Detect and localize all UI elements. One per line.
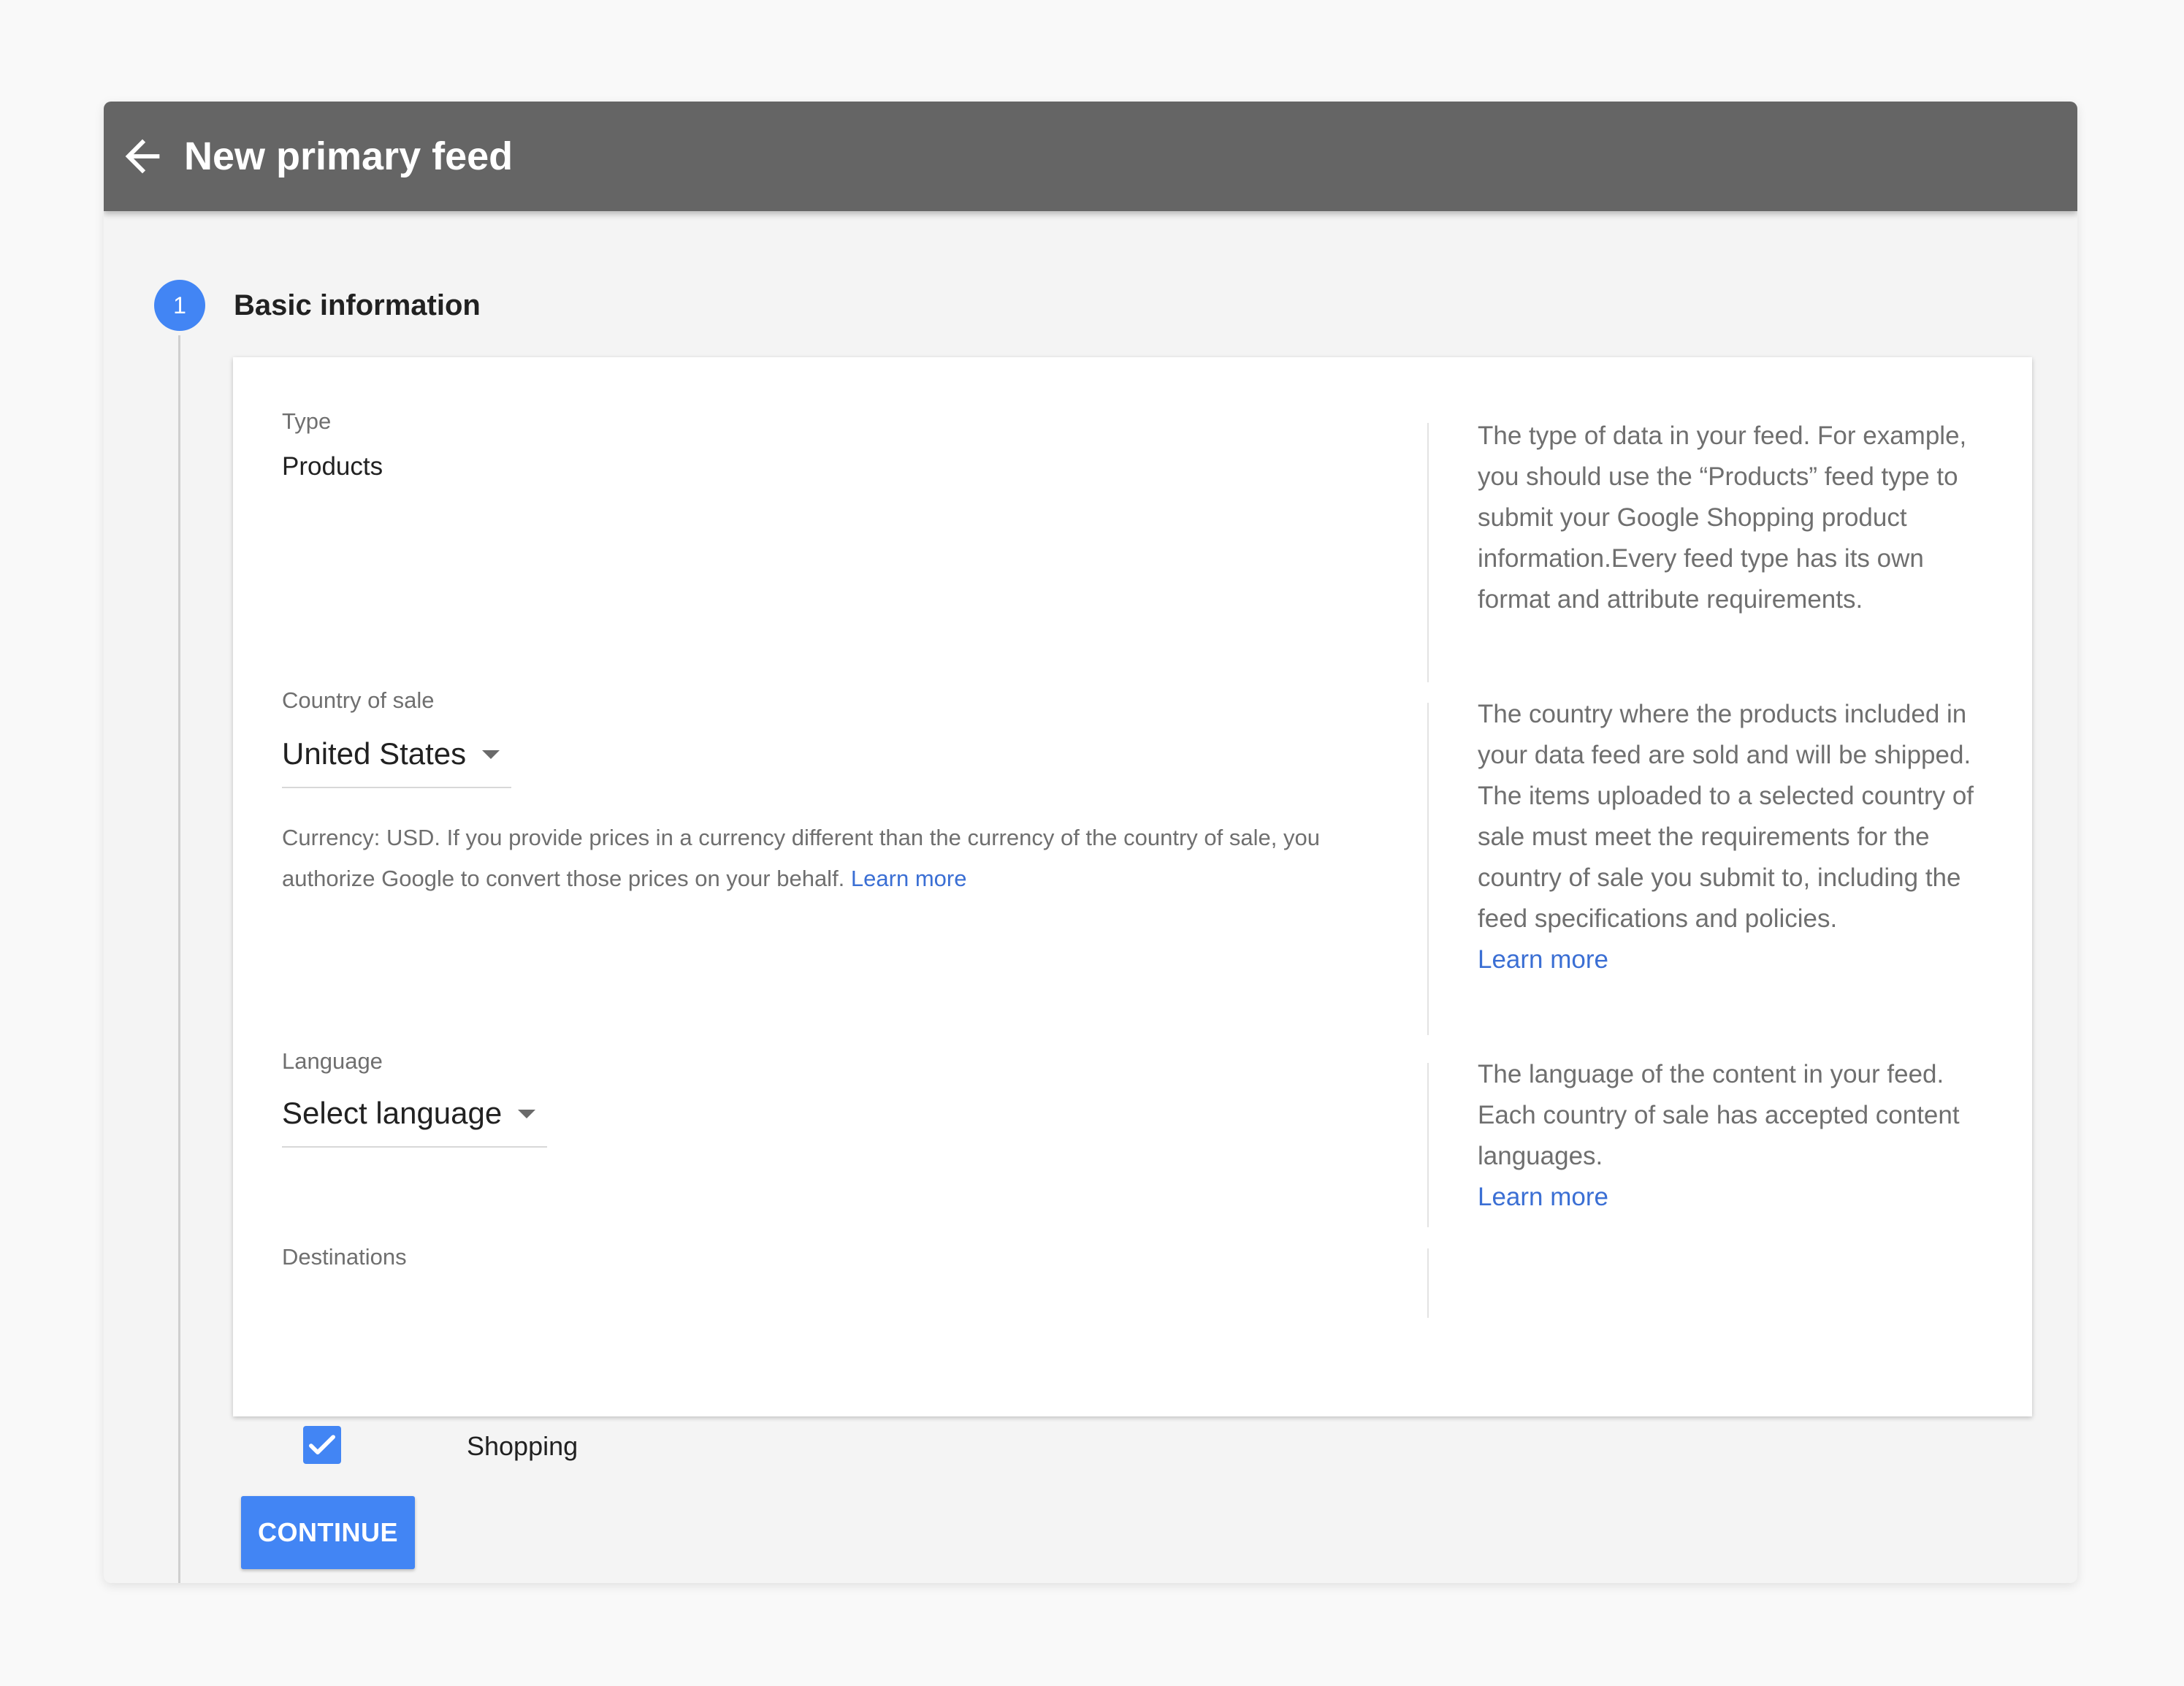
language-label: Language [282,1048,383,1074]
help-divider-type [1427,423,1429,682]
shopping-checkbox[interactable] [303,1426,341,1464]
help-divider-destinations [1427,1248,1429,1318]
basic-information-card: Type Products The type of data in your f… [233,357,2032,1464]
currency-learn-more-link[interactable]: Learn more [851,866,967,891]
language-learn-more-link[interactable]: Learn more [1478,1177,1974,1218]
country-select-value: United States [282,736,467,771]
shopping-checkbox-label[interactable]: Shopping [467,1431,578,1462]
caret-down-icon [518,1110,536,1118]
country-select[interactable]: United States [282,728,512,788]
type-help-text: The type of data in your feed. For examp… [1478,422,1967,614]
country-help-text: The country where the products included … [1478,700,1974,933]
currency-note: Currency: USD. If you provide prices in … [282,817,1392,899]
currency-note-text: Currency: USD. If you provide prices in … [282,825,1320,891]
country-learn-more-link[interactable]: Learn more [1478,939,1974,980]
language-help: The language of the content in your feed… [1478,1054,1974,1218]
caret-down-icon [482,750,500,759]
help-divider-language [1427,1063,1429,1227]
continue-button[interactable]: CONTINUE [241,1496,415,1569]
language-select-value: Select language [282,1096,503,1130]
type-value: Products [282,452,383,481]
language-help-text: The language of the content in your feed… [1478,1060,1960,1170]
arrow-left-icon[interactable] [117,131,168,182]
country-help: The country where the products included … [1478,694,1974,980]
page-title: New primary feed [184,134,513,178]
checkmark-icon [309,1435,335,1454]
country-label: Country of sale [282,687,435,713]
step-number-badge: 1 [154,280,205,331]
header-bar: New primary feed [104,102,2077,211]
feed-dialog: New primary feed 1 Basic information Typ… [104,102,2077,1583]
step-title: Basic information [234,289,481,321]
type-label: Type [282,408,332,434]
destinations-label: Destinations [282,1244,407,1270]
language-select[interactable]: Select language [282,1088,548,1148]
help-divider-country [1427,703,1429,1035]
stepper-line [178,335,180,1583]
